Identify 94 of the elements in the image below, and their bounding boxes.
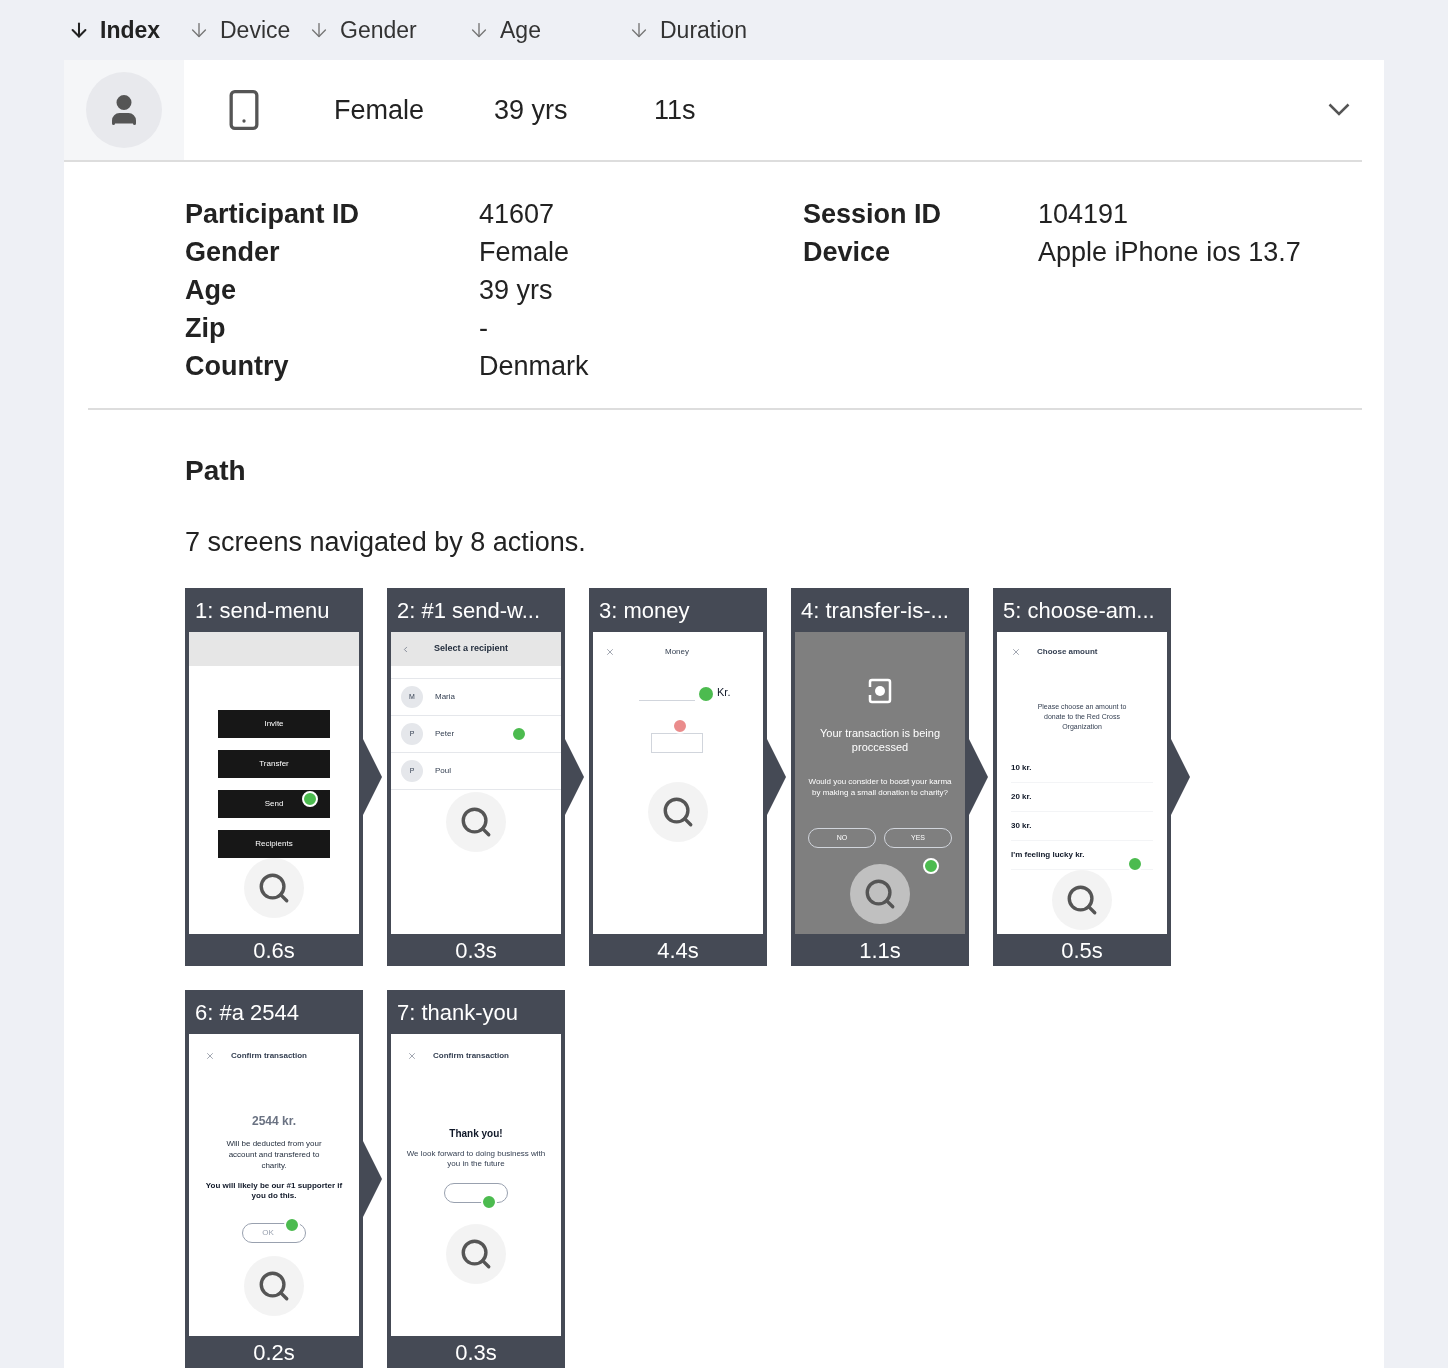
tap-marker-icon bbox=[672, 718, 688, 734]
search-icon bbox=[459, 805, 493, 839]
thank-you-text: Thank you! bbox=[449, 1127, 503, 1141]
screen-card[interactable]: 6: #a 2544 Confirm transaction 2544 kr. Will be deducted from your account and transfered to charity. You will likely be our #1 supporter if you do this. OK 0.2s bbox=[185, 990, 363, 1368]
close-icon bbox=[1011, 647, 1021, 657]
search-icon bbox=[257, 871, 291, 905]
search-icon bbox=[1065, 883, 1099, 917]
detail-value: Denmark bbox=[479, 349, 590, 383]
back-icon bbox=[401, 644, 410, 654]
screen-card[interactable]: 3: money Money Kr. 4.4s bbox=[589, 588, 767, 966]
app-menu-button: Recipients bbox=[218, 830, 330, 858]
next-arrow-icon bbox=[766, 737, 786, 817]
detail-value: 41607 bbox=[479, 197, 556, 231]
screen-title: 1: send-menu bbox=[194, 596, 331, 625]
detail-value: Apple iPhone ios 13.7 bbox=[1038, 235, 1302, 269]
app-contact-name: Maria bbox=[435, 691, 455, 703]
screen-duration: 1.1s bbox=[858, 936, 902, 965]
donation-question: Would you consider to boost your karma by making a small donation to charity? bbox=[807, 776, 953, 798]
app-note: You will likely be our #1 supporter if you do this. bbox=[204, 1181, 344, 1201]
app-screen-title: Choose amount bbox=[1037, 646, 1098, 658]
close-icon bbox=[605, 647, 615, 657]
detail-label: Age bbox=[185, 273, 237, 307]
screen-card[interactable]: 1: send-menu Invite Transfer Send Recipients 0.6s bbox=[185, 588, 363, 966]
screen-title: 3: money bbox=[598, 596, 691, 625]
screen-duration: 0.3s bbox=[454, 936, 498, 965]
age-cell-text: 39 yrs bbox=[493, 93, 569, 127]
processing-message: Your transaction is being proccessed bbox=[818, 726, 942, 754]
tap-marker-icon bbox=[1127, 856, 1143, 872]
next-arrow-icon bbox=[564, 737, 584, 817]
app-menu-button: Invite bbox=[218, 710, 330, 738]
app-send-button bbox=[651, 732, 703, 753]
detail-value: 104191 bbox=[1038, 197, 1130, 231]
screen-title: 4: transfer-is-... bbox=[800, 596, 950, 625]
detail-label: Device bbox=[803, 235, 892, 269]
screen-title: 2: #1 send-w... bbox=[396, 596, 542, 625]
tap-marker-icon bbox=[511, 726, 527, 742]
screen-duration: 4.4s bbox=[656, 936, 700, 965]
close-icon bbox=[407, 1051, 417, 1061]
amount-option: 30 kr. bbox=[1011, 812, 1153, 841]
detail-label: Session ID bbox=[803, 197, 943, 231]
screen-card[interactable]: 7: thank-you Confirm transaction Thank you! We look forward to doing business with you in the future 0.3s bbox=[387, 990, 565, 1368]
app-contact-name: Poul bbox=[435, 765, 451, 777]
app-message: Will be deducted from your account and transfered to charity. bbox=[225, 1138, 323, 1171]
screen-title: 5: choose-am... bbox=[1002, 596, 1156, 625]
app-screen-title: Confirm transaction bbox=[433, 1050, 509, 1062]
sort-column-header[interactable]: Duration bbox=[628, 12, 788, 48]
screen-duration: 0.6s bbox=[252, 936, 296, 965]
screen-title: 7: thank-you bbox=[396, 998, 520, 1027]
amount-option: 20 kr. bbox=[1011, 783, 1153, 812]
sort-column-header[interactable]: Gender bbox=[308, 12, 468, 48]
detail-value: Female bbox=[479, 235, 571, 269]
sort-column-header[interactable]: Age bbox=[468, 12, 628, 48]
currency-label: Kr. bbox=[717, 685, 731, 700]
section-heading: Path bbox=[185, 453, 247, 488]
app-menu-button: Send bbox=[218, 790, 330, 818]
app-screen-title: Select a recipient bbox=[434, 642, 509, 656]
detail-value: - bbox=[479, 311, 489, 345]
duration-cell-text: 11s bbox=[653, 93, 697, 127]
search-icon bbox=[257, 1269, 291, 1303]
amount-text: 2544 kr. bbox=[251, 1113, 296, 1130]
screen-duration: 0.5s bbox=[1060, 936, 1104, 965]
sort-column-header[interactable]: Device bbox=[188, 12, 308, 48]
next-arrow-icon bbox=[362, 1139, 382, 1219]
app-screen-title: Confirm transaction bbox=[231, 1050, 307, 1062]
zoom-overlay[interactable] bbox=[850, 864, 910, 924]
app-message: We look forward to doing business with you in the future bbox=[406, 1149, 546, 1169]
tap-marker-icon bbox=[481, 1194, 497, 1210]
detail-value: 39 yrs bbox=[479, 273, 554, 307]
gender-cell-text: Female bbox=[333, 93, 426, 127]
detail-label: Participant ID bbox=[185, 197, 361, 231]
search-icon bbox=[661, 795, 695, 829]
next-arrow-icon bbox=[968, 737, 988, 817]
detail-label: Zip bbox=[185, 311, 227, 345]
app-contact-name: Peter bbox=[435, 728, 455, 740]
detail-label: Country bbox=[185, 349, 290, 383]
screen-duration: 0.2s bbox=[252, 1338, 296, 1367]
app-screen-title: Money bbox=[665, 646, 689, 658]
amount-option: 10 kr. bbox=[1011, 754, 1153, 783]
next-arrow-icon bbox=[1170, 737, 1190, 817]
tap-marker-icon bbox=[923, 858, 939, 874]
search-icon bbox=[863, 877, 897, 911]
tap-marker-icon bbox=[284, 1217, 300, 1233]
screen-title: 6: #a 2544 bbox=[194, 998, 300, 1027]
transaction-icon bbox=[867, 678, 893, 704]
close-icon bbox=[205, 1051, 215, 1061]
screen-duration: 0.3s bbox=[454, 1338, 498, 1367]
app-menu-button: Transfer bbox=[218, 750, 330, 778]
sort-column-header[interactable]: Index bbox=[68, 12, 188, 48]
search-icon bbox=[459, 1237, 493, 1271]
path-summary: 7 screens navigated by 8 actions. bbox=[185, 525, 587, 559]
chevron-icon bbox=[1328, 103, 1350, 117]
tap-marker-icon bbox=[699, 686, 713, 701]
next-arrow-icon bbox=[362, 737, 382, 817]
detail-label: Gender bbox=[185, 235, 281, 269]
